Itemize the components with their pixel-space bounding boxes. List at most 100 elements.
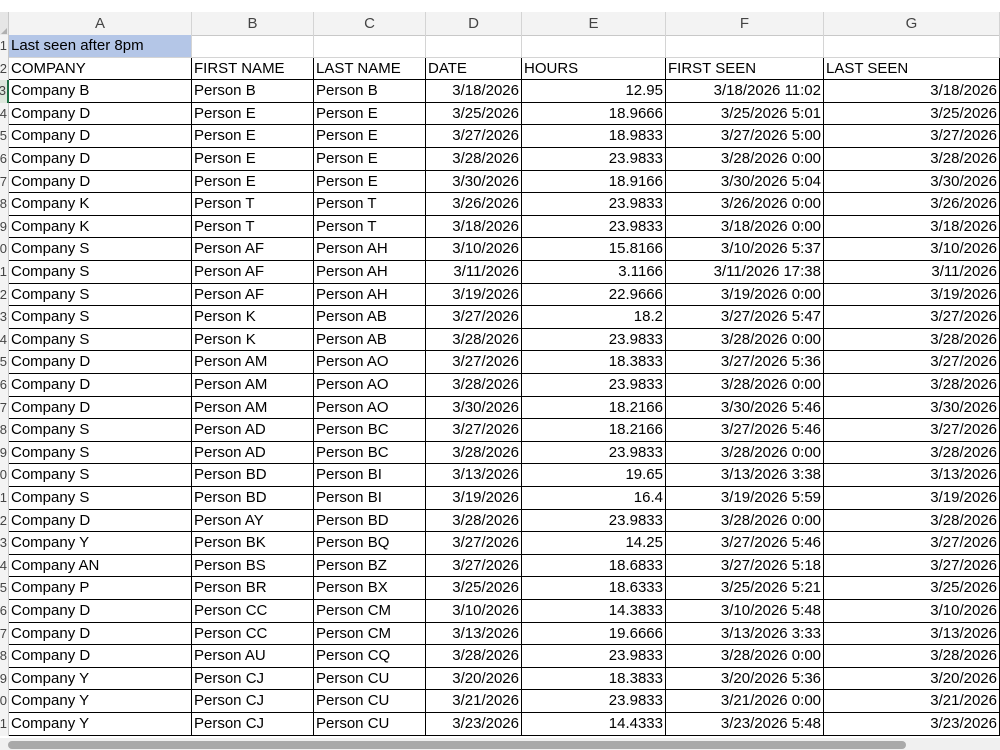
- column-header-g[interactable]: G: [824, 12, 1000, 35]
- column-header-d[interactable]: D: [426, 12, 522, 35]
- data-cell[interactable]: 18.6833: [522, 554, 666, 578]
- data-cell[interactable]: Person CC: [192, 622, 314, 646]
- data-cell[interactable]: Person K: [192, 328, 314, 352]
- data-cell[interactable]: 18.2166: [522, 396, 666, 420]
- data-cell[interactable]: Company D: [9, 125, 192, 148]
- data-cell[interactable]: 3/27/2026: [426, 351, 522, 374]
- data-cell[interactable]: Company Y: [9, 667, 192, 691]
- data-cell[interactable]: Person AY: [192, 509, 314, 533]
- header-cell[interactable]: HOURS: [522, 57, 666, 81]
- data-cell[interactable]: 3/27/2026: [426, 554, 522, 578]
- data-cell[interactable]: 3/27/2026 5:18: [666, 554, 824, 578]
- data-cell[interactable]: Company S: [9, 261, 192, 284]
- data-cell[interactable]: 3/10/2026: [426, 600, 522, 623]
- row-number[interactable]: 1: [0, 35, 9, 58]
- data-cell[interactable]: 3/10/2026: [824, 600, 1000, 623]
- data-cell[interactable]: 3/19/2026 0:00: [666, 283, 824, 307]
- data-cell[interactable]: 18.9833: [522, 125, 666, 148]
- data-cell[interactable]: 3/26/2026: [824, 193, 1000, 216]
- empty-cell[interactable]: [666, 35, 824, 58]
- data-cell[interactable]: Person AB: [314, 306, 426, 329]
- data-cell[interactable]: 3/18/2026: [824, 215, 1000, 239]
- row-number[interactable]: 25: [0, 577, 9, 600]
- data-cell[interactable]: 23.9833: [522, 193, 666, 216]
- data-cell[interactable]: Company D: [9, 645, 192, 668]
- data-cell[interactable]: Company K: [9, 193, 192, 216]
- data-cell[interactable]: 3/10/2026 5:48: [666, 600, 824, 623]
- header-cell[interactable]: LAST SEEN: [824, 57, 1000, 81]
- header-cell[interactable]: FIRST SEEN: [666, 57, 824, 81]
- data-cell[interactable]: Company S: [9, 487, 192, 510]
- data-cell[interactable]: 3/23/2026: [426, 713, 522, 736]
- data-cell[interactable]: 18.6333: [522, 577, 666, 600]
- data-cell[interactable]: 22.9666: [522, 283, 666, 307]
- data-cell[interactable]: Person CU: [314, 690, 426, 713]
- data-cell[interactable]: 3/25/2026: [824, 577, 1000, 600]
- data-cell[interactable]: 3/27/2026: [824, 532, 1000, 555]
- data-cell[interactable]: 3/27/2026: [426, 306, 522, 329]
- data-cell[interactable]: 14.3833: [522, 600, 666, 623]
- data-cell[interactable]: Person AH: [314, 238, 426, 261]
- column-header-f[interactable]: F: [666, 12, 824, 35]
- data-cell[interactable]: 19.6666: [522, 622, 666, 646]
- data-cell[interactable]: 3/28/2026: [824, 328, 1000, 352]
- data-cell[interactable]: Person CJ: [192, 690, 314, 713]
- data-cell[interactable]: 3/18/2026: [426, 80, 522, 103]
- header-cell[interactable]: LAST NAME: [314, 57, 426, 81]
- data-cell[interactable]: 23.9833: [522, 328, 666, 352]
- data-cell[interactable]: 3/27/2026 5:46: [666, 419, 824, 442]
- row-number[interactable]: 13: [0, 306, 9, 329]
- data-cell[interactable]: Person BD: [192, 487, 314, 510]
- data-cell[interactable]: 3/13/2026: [426, 464, 522, 487]
- data-cell[interactable]: Person BC: [314, 419, 426, 442]
- data-cell[interactable]: Company K: [9, 215, 192, 239]
- data-cell[interactable]: 23.9833: [522, 645, 666, 668]
- data-cell[interactable]: Company Y: [9, 532, 192, 555]
- column-header-e[interactable]: E: [522, 12, 666, 35]
- row-number[interactable]: 5: [0, 125, 9, 148]
- data-cell[interactable]: 3/30/2026 5:04: [666, 170, 824, 194]
- empty-cell[interactable]: [426, 35, 522, 58]
- data-cell[interactable]: 3/18/2026 11:02: [666, 80, 824, 103]
- data-cell[interactable]: Person AO: [314, 374, 426, 397]
- data-cell[interactable]: 23.9833: [522, 509, 666, 533]
- data-cell[interactable]: Person B: [314, 80, 426, 103]
- horizontal-scrollbar-thumb[interactable]: [8, 741, 906, 749]
- data-cell[interactable]: Person BD: [314, 509, 426, 533]
- data-cell[interactable]: 3/25/2026: [824, 102, 1000, 126]
- data-cell[interactable]: 3/19/2026 5:59: [666, 487, 824, 510]
- data-cell[interactable]: 3/13/2026: [426, 622, 522, 646]
- row-number[interactable]: 8: [0, 193, 9, 216]
- row-number[interactable]: 9: [0, 215, 9, 239]
- column-header-c[interactable]: C: [314, 12, 426, 35]
- row-number[interactable]: 26: [0, 600, 9, 623]
- data-cell[interactable]: 18.3833: [522, 667, 666, 691]
- data-cell[interactable]: Person T: [314, 193, 426, 216]
- data-cell[interactable]: 3/25/2026: [426, 102, 522, 126]
- data-cell[interactable]: 18.2: [522, 306, 666, 329]
- row-number[interactable]: 19: [0, 441, 9, 465]
- data-cell[interactable]: 3/27/2026: [824, 419, 1000, 442]
- data-cell[interactable]: 3/28/2026 0:00: [666, 645, 824, 668]
- data-cell[interactable]: 3/20/2026 5:36: [666, 667, 824, 691]
- data-cell[interactable]: 3/25/2026 5:21: [666, 577, 824, 600]
- row-number[interactable]: 11: [0, 261, 9, 284]
- data-cell[interactable]: Person BX: [314, 577, 426, 600]
- data-cell[interactable]: Company S: [9, 328, 192, 352]
- data-cell[interactable]: Person T: [192, 193, 314, 216]
- data-cell[interactable]: 3/21/2026: [426, 690, 522, 713]
- data-cell[interactable]: 3/13/2026 3:33: [666, 622, 824, 646]
- row-number[interactable]: 22: [0, 509, 9, 533]
- data-cell[interactable]: 3/28/2026: [824, 645, 1000, 668]
- data-cell[interactable]: Person AM: [192, 351, 314, 374]
- data-cell[interactable]: 3/27/2026: [824, 125, 1000, 148]
- data-cell[interactable]: 3/19/2026: [824, 487, 1000, 510]
- data-cell[interactable]: 23.9833: [522, 215, 666, 239]
- data-cell[interactable]: 3/27/2026 5:36: [666, 351, 824, 374]
- data-cell[interactable]: Person E: [192, 148, 314, 171]
- data-cell[interactable]: 19.65: [522, 464, 666, 487]
- data-cell[interactable]: 3/28/2026: [824, 441, 1000, 465]
- data-cell[interactable]: Company D: [9, 374, 192, 397]
- data-cell[interactable]: 3/30/2026: [426, 170, 522, 194]
- data-cell[interactable]: Company D: [9, 170, 192, 194]
